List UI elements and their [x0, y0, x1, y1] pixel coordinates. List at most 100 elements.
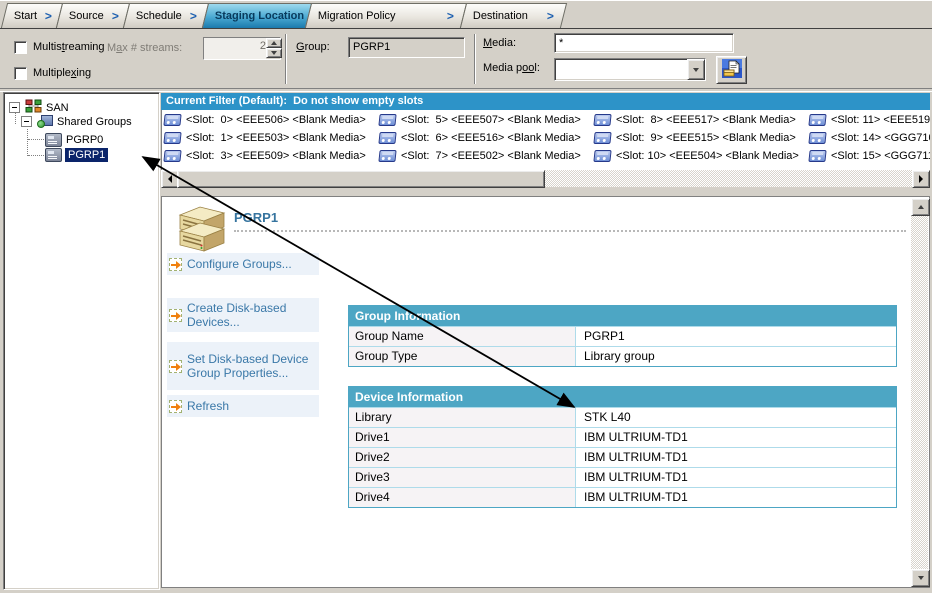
tree-item-san[interactable]: SAN: [9, 99, 69, 116]
title-separator: [234, 230, 906, 232]
link-label: Create Disk-based Devices...: [187, 301, 317, 329]
media-pool-combobox[interactable]: [554, 58, 706, 81]
slot-item[interactable]: <Slot: 3> <EEE509> <Blank Media>: [164, 148, 366, 164]
media-pool-value: [555, 59, 687, 80]
multistreaming-label: Multistreaming: [33, 41, 105, 53]
action-arrow-icon: [169, 360, 182, 373]
table-header: Group Information: [349, 306, 896, 326]
group-detail-panel: PGRP1 Configure Groups... Create Disk-ba…: [161, 196, 930, 588]
max-streams-spinner[interactable]: 2: [203, 37, 281, 60]
device-group-icon: [45, 133, 62, 147]
san-network-icon: [25, 99, 42, 116]
tape-cassette-icon: [163, 132, 181, 144]
slot-label: <Slot: 10> <EEE504> <Blank Media>: [616, 150, 799, 162]
slot-item[interactable]: <Slot: 5> <EEE507> <Blank Media>: [379, 112, 581, 128]
san-tree-panel: SAN Shared Groups PGRP0 PGRP1: [3, 92, 160, 590]
tape-cassette-icon: [378, 132, 396, 144]
table-row: Drive1 IBM ULTRIUM-TD1: [349, 427, 896, 447]
down-arrow-icon: [693, 68, 699, 72]
tab-source[interactable]: Source >: [56, 3, 130, 28]
tab-migration-policy[interactable]: Migration Policy >: [305, 3, 467, 28]
group-information-table: Group Information Group Name PGRP1 Group…: [348, 305, 897, 367]
slot-item[interactable]: <Slot: 9> <EEE515> <Blank Media>: [594, 130, 796, 146]
page-title: PGRP1: [234, 210, 278, 225]
table-row: Drive3 IBM ULTRIUM-TD1: [349, 467, 896, 487]
slot-item[interactable]: <Slot: 15> <GGG711>: [809, 148, 930, 164]
row-label: Group Type: [349, 347, 576, 366]
slot-label: <Slot: 14> <GGG710>: [831, 132, 930, 144]
media-pool-properties-button[interactable]: [716, 56, 747, 84]
row-label: Drive1: [349, 428, 576, 447]
set-disk-based-device-group-properties-link[interactable]: Set Disk-based Device Group Properties..…: [167, 342, 319, 390]
collapse-icon[interactable]: [9, 102, 20, 113]
left-arrow-icon: [168, 175, 172, 183]
media-field[interactable]: *: [554, 33, 734, 53]
row-label: Drive4: [349, 488, 576, 507]
row-value: IBM ULTRIUM-TD1: [576, 468, 896, 487]
slot-item[interactable]: <Slot: 6> <EEE516> <Blank Media>: [379, 130, 581, 146]
group-field[interactable]: PGRP1: [348, 37, 465, 58]
slot-label: <Slot: 6> <EEE516> <Blank Media>: [401, 132, 581, 144]
table-row: Group Type Library group: [349, 346, 896, 366]
table-row: Drive2 IBM ULTRIUM-TD1: [349, 447, 896, 467]
tab-label: Staging Location: [215, 10, 304, 22]
tab-schedule[interactable]: Schedule >: [123, 3, 209, 28]
scroll-down-button[interactable]: [911, 569, 930, 587]
configure-groups-link[interactable]: Configure Groups...: [167, 253, 319, 275]
tree-item-shared-groups[interactable]: Shared Groups: [21, 115, 132, 128]
device-group-icon: [45, 148, 62, 162]
tab-label: Destination: [473, 10, 528, 22]
tab-start[interactable]: Start >: [1, 3, 63, 28]
slot-item[interactable]: <Slot: 10> <EEE504> <Blank Media>: [594, 148, 799, 164]
row-label: Library: [349, 408, 576, 427]
slot-label: <Slot: 5> <EEE507> <Blank Media>: [401, 114, 581, 126]
row-value: Library group: [576, 347, 896, 366]
slot-item[interactable]: <Slot: 0> <EEE506> <Blank Media>: [164, 112, 366, 128]
tape-cassette-icon: [593, 132, 611, 144]
tree-item-pgrp1[interactable]: PGRP1: [45, 148, 108, 162]
tab-label: Start: [14, 10, 37, 22]
chevron-right-icon: >: [104, 9, 119, 23]
tree-item-label: SAN: [46, 102, 69, 114]
spin-down-button[interactable]: [266, 48, 282, 58]
tab-destination[interactable]: Destination >: [460, 3, 567, 28]
slot-list-horizontal-scrollbar[interactable]: [161, 170, 930, 187]
up-arrow-icon: [918, 205, 924, 209]
create-disk-based-devices-link[interactable]: Create Disk-based Devices...: [167, 298, 319, 332]
tab-label: Source: [69, 10, 104, 22]
wizard-tab-bar: Start > Source > Schedule > Staging Loca…: [0, 0, 932, 29]
multiplexing-checkbox[interactable]: [14, 67, 27, 80]
media-pool-label: Media pool:: [483, 62, 540, 74]
max-streams-value: 2: [204, 38, 266, 59]
dropdown-button[interactable]: [687, 59, 705, 80]
tree-item-label: Shared Groups: [57, 116, 132, 128]
scrollbar-thumb[interactable]: [177, 170, 545, 188]
row-label: Group Name: [349, 327, 576, 346]
down-arrow-icon: [271, 51, 277, 55]
slot-item[interactable]: <Slot: 11> <EEE519>: [809, 112, 930, 128]
row-value: IBM ULTRIUM-TD1: [576, 428, 896, 447]
scroll-right-button[interactable]: [912, 170, 930, 188]
slot-item[interactable]: <Slot: 7> <EEE502> <Blank Media>: [379, 148, 581, 164]
toolbar-separator: [474, 34, 476, 84]
chevron-right-icon: >: [37, 9, 52, 23]
spin-up-button[interactable]: [266, 38, 282, 48]
link-label: Refresh: [187, 399, 229, 413]
table-header: Device Information: [349, 387, 896, 407]
tree-item-pgrp0[interactable]: PGRP0: [45, 133, 103, 147]
collapse-icon[interactable]: [21, 116, 32, 127]
chevron-right-icon: >: [539, 9, 554, 23]
detail-panel-vertical-scrollbar[interactable]: [911, 198, 928, 587]
max-streams-label: Max # streams:: [107, 42, 182, 54]
multistreaming-checkbox[interactable]: [14, 41, 27, 54]
tab-staging-location[interactable]: Staging Location ∨: [202, 3, 312, 28]
slot-item[interactable]: <Slot: 14> <GGG710>: [809, 130, 930, 146]
refresh-link[interactable]: Refresh: [167, 395, 319, 417]
slot-item[interactable]: <Slot: 1> <EEE503> <Blank Media>: [164, 130, 366, 146]
slot-item[interactable]: <Slot: 8> <EEE517> <Blank Media>: [594, 112, 796, 128]
current-filter-header: Current Filter (Default): Do not show em…: [161, 93, 930, 110]
application-window: Start > Source > Schedule > Staging Loca…: [0, 0, 932, 593]
table-row: Group Name PGRP1: [349, 326, 896, 346]
scroll-up-button[interactable]: [911, 198, 930, 216]
slot-label: <Slot: 7> <EEE502> <Blank Media>: [401, 150, 581, 162]
